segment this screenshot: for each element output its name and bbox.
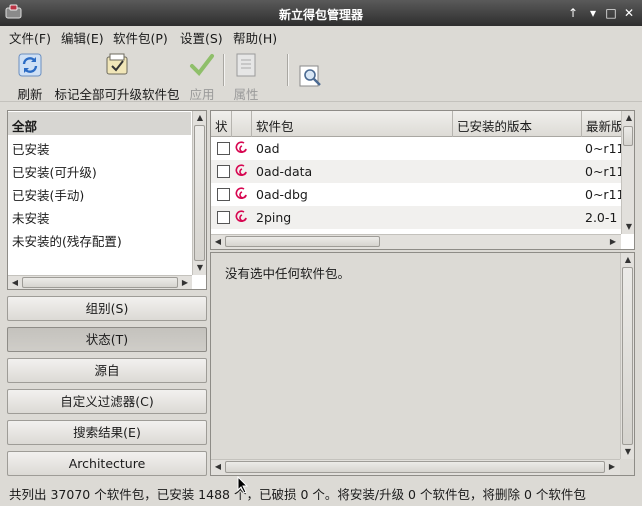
column-installed-version[interactable]: 已安装的版本 xyxy=(453,111,582,137)
scroll-down-arrow-icon[interactable]: ▼ xyxy=(621,445,635,459)
description-text: 没有选中任何软件包。 xyxy=(225,266,351,281)
table-row[interactable]: 2ping 2.0-1 xyxy=(211,206,621,229)
package-checkbox[interactable] xyxy=(217,211,230,224)
scrollbar-thumb[interactable] xyxy=(225,461,605,473)
scrollbar-thumb[interactable] xyxy=(623,126,633,146)
maximize-icon[interactable]: □ xyxy=(602,4,620,22)
apply-button[interactable]: 应用 xyxy=(186,50,218,102)
scroll-right-arrow-icon[interactable]: ▶ xyxy=(178,276,192,290)
column-status[interactable]: 状 xyxy=(211,111,232,137)
table-row[interactable]: 0ad-dbg 0~r11 xyxy=(211,183,625,206)
minimize-icon[interactable]: ▾ xyxy=(584,4,602,22)
filter-item-not-installed[interactable]: 未安装 xyxy=(8,204,191,227)
mark-all-upgrades-label: 标记全部可升级软件包 xyxy=(54,87,180,102)
custom-filters-button[interactable]: 自定义过滤器(C) xyxy=(7,389,207,414)
column-package[interactable]: 软件包 xyxy=(252,111,453,137)
column-latest-version[interactable]: 最新版 xyxy=(582,111,622,137)
description-vertical-scrollbar[interactable]: ▲ ▼ xyxy=(620,253,634,459)
status-button[interactable]: 状态(T) xyxy=(7,327,207,352)
sections-button[interactable]: 组别(S) xyxy=(7,296,207,321)
package-checkbox[interactable] xyxy=(217,142,230,155)
scroll-left-arrow-icon[interactable]: ◀ xyxy=(211,460,225,474)
debian-swirl-icon xyxy=(235,187,247,199)
table-row[interactable]: 0ad 0~r11 xyxy=(211,137,625,160)
package-latest-version: 0~r11 xyxy=(585,187,625,202)
filter-item-upgradable[interactable]: 已安装(可升级) xyxy=(8,158,191,181)
architecture-button[interactable]: Architecture xyxy=(7,451,207,476)
package-description-pane: 没有选中任何软件包。 ▲ ▼ ◀ ▶ xyxy=(210,252,635,476)
mouse-pointer-icon xyxy=(237,476,249,494)
package-name: 2ping xyxy=(256,210,292,225)
menu-bar: 文件(F) 编辑(E) 软件包(P) 设置(S) 帮助(H) xyxy=(0,26,642,46)
apply-label: 应用 xyxy=(189,87,215,102)
toolbar-separator xyxy=(287,54,289,86)
scroll-up-arrow-icon[interactable]: ▲ xyxy=(193,111,207,125)
menu-help[interactable]: 帮助(H) xyxy=(233,28,277,47)
properties-label: 属性 xyxy=(233,87,259,102)
filter-horizontal-scrollbar[interactable]: ◀ ▶ xyxy=(8,275,192,289)
package-name: 0ad-dbg xyxy=(256,187,308,202)
package-name: 0ad-data xyxy=(256,164,313,179)
package-checkbox[interactable] xyxy=(217,188,230,201)
scroll-down-arrow-icon[interactable]: ▼ xyxy=(193,261,207,275)
scroll-up-arrow-icon[interactable]: ▲ xyxy=(621,253,635,267)
scroll-up-arrow-icon[interactable]: ▲ xyxy=(622,111,634,125)
scrollbar-thumb[interactable] xyxy=(22,277,178,288)
package-list: 状 软件包 已安装的版本 最新版 0ad 0~r11 0ad-data 0~r1… xyxy=(210,110,635,250)
package-latest-version: 2.0-1 xyxy=(585,210,618,225)
scroll-right-arrow-icon[interactable]: ▶ xyxy=(606,235,620,249)
scroll-down-arrow-icon[interactable]: ▼ xyxy=(622,220,634,234)
refresh-label: 刷新 xyxy=(17,87,43,102)
package-latest-version: 0~r11 xyxy=(585,164,625,179)
status-text: 共列出 37070 个软件包，已安装 1488 个，已破损 0 个。将安装/升级… xyxy=(9,487,586,502)
debian-swirl-icon xyxy=(235,210,247,222)
search-icon xyxy=(299,65,321,87)
title-bar: 新立得包管理器 ↑ ▾ □ ✕ xyxy=(0,0,642,26)
search-results-button[interactable]: 搜索结果(E) xyxy=(7,420,207,445)
debian-swirl-icon xyxy=(235,141,247,153)
filter-list: 全部 已安装 已安装(可升级) 已安装(手动) 未安装 未安装的(残存配置) ▲… xyxy=(7,110,207,290)
search-button[interactable] xyxy=(296,50,326,100)
package-horizontal-scrollbar[interactable]: ◀ ▶ xyxy=(211,234,621,249)
filter-vertical-scrollbar[interactable]: ▲ ▼ xyxy=(192,111,206,275)
window-menu-up-icon[interactable]: ↑ xyxy=(564,4,582,22)
scroll-right-arrow-icon[interactable]: ▶ xyxy=(605,460,619,474)
properties-button[interactable]: 属性 xyxy=(230,50,262,102)
table-row[interactable]: 0ad-data 0~r11 xyxy=(211,160,625,183)
filter-item-all[interactable]: 全部 xyxy=(8,112,191,135)
package-name: 0ad xyxy=(256,141,280,156)
toolbar: 刷新 标记全部可升级软件包 应用 属性 xyxy=(0,46,642,102)
mark-upgrades-icon xyxy=(106,53,128,75)
window-title: 新立得包管理器 xyxy=(278,8,363,22)
filter-item-residual-config[interactable]: 未安装的(残存配置) xyxy=(8,227,191,250)
scroll-left-arrow-icon[interactable]: ◀ xyxy=(8,276,22,290)
origin-button[interactable]: 源自 xyxy=(7,358,207,383)
description-horizontal-scrollbar[interactable]: ◀ ▶ xyxy=(211,459,620,475)
debian-swirl-icon xyxy=(235,164,247,176)
menu-file[interactable]: 文件(F) xyxy=(9,28,51,47)
scrollbar-thumb[interactable] xyxy=(622,267,633,445)
package-vertical-scrollbar[interactable]: ▲ ▼ xyxy=(621,111,634,234)
menu-package[interactable]: 软件包(P) xyxy=(113,28,168,47)
package-list-header: 状 软件包 已安装的版本 最新版 xyxy=(211,111,622,137)
menu-edit[interactable]: 编辑(E) xyxy=(61,28,104,47)
filter-item-installed-manual[interactable]: 已安装(手动) xyxy=(8,181,191,204)
mark-all-upgrades-button[interactable]: 标记全部可升级软件包 xyxy=(52,50,182,102)
toolbar-separator xyxy=(223,54,225,86)
column-support[interactable] xyxy=(232,111,252,137)
menu-settings[interactable]: 设置(S) xyxy=(180,28,223,47)
status-bar: 共列出 37070 个软件包，已安装 1488 个，已破损 0 个。将安装/升级… xyxy=(0,480,642,506)
package-checkbox[interactable] xyxy=(217,165,230,178)
scroll-left-arrow-icon[interactable]: ◀ xyxy=(211,235,225,249)
properties-icon xyxy=(236,53,256,77)
refresh-button[interactable]: 刷新 xyxy=(12,50,48,102)
filter-item-installed[interactable]: 已安装 xyxy=(8,135,191,158)
scrollbar-thumb[interactable] xyxy=(225,236,380,247)
apply-checkmark-icon xyxy=(190,54,214,77)
package-latest-version: 0~r11 xyxy=(585,141,625,156)
close-icon[interactable]: ✕ xyxy=(620,4,638,22)
refresh-icon xyxy=(18,53,42,77)
scrollbar-thumb[interactable] xyxy=(194,125,205,261)
